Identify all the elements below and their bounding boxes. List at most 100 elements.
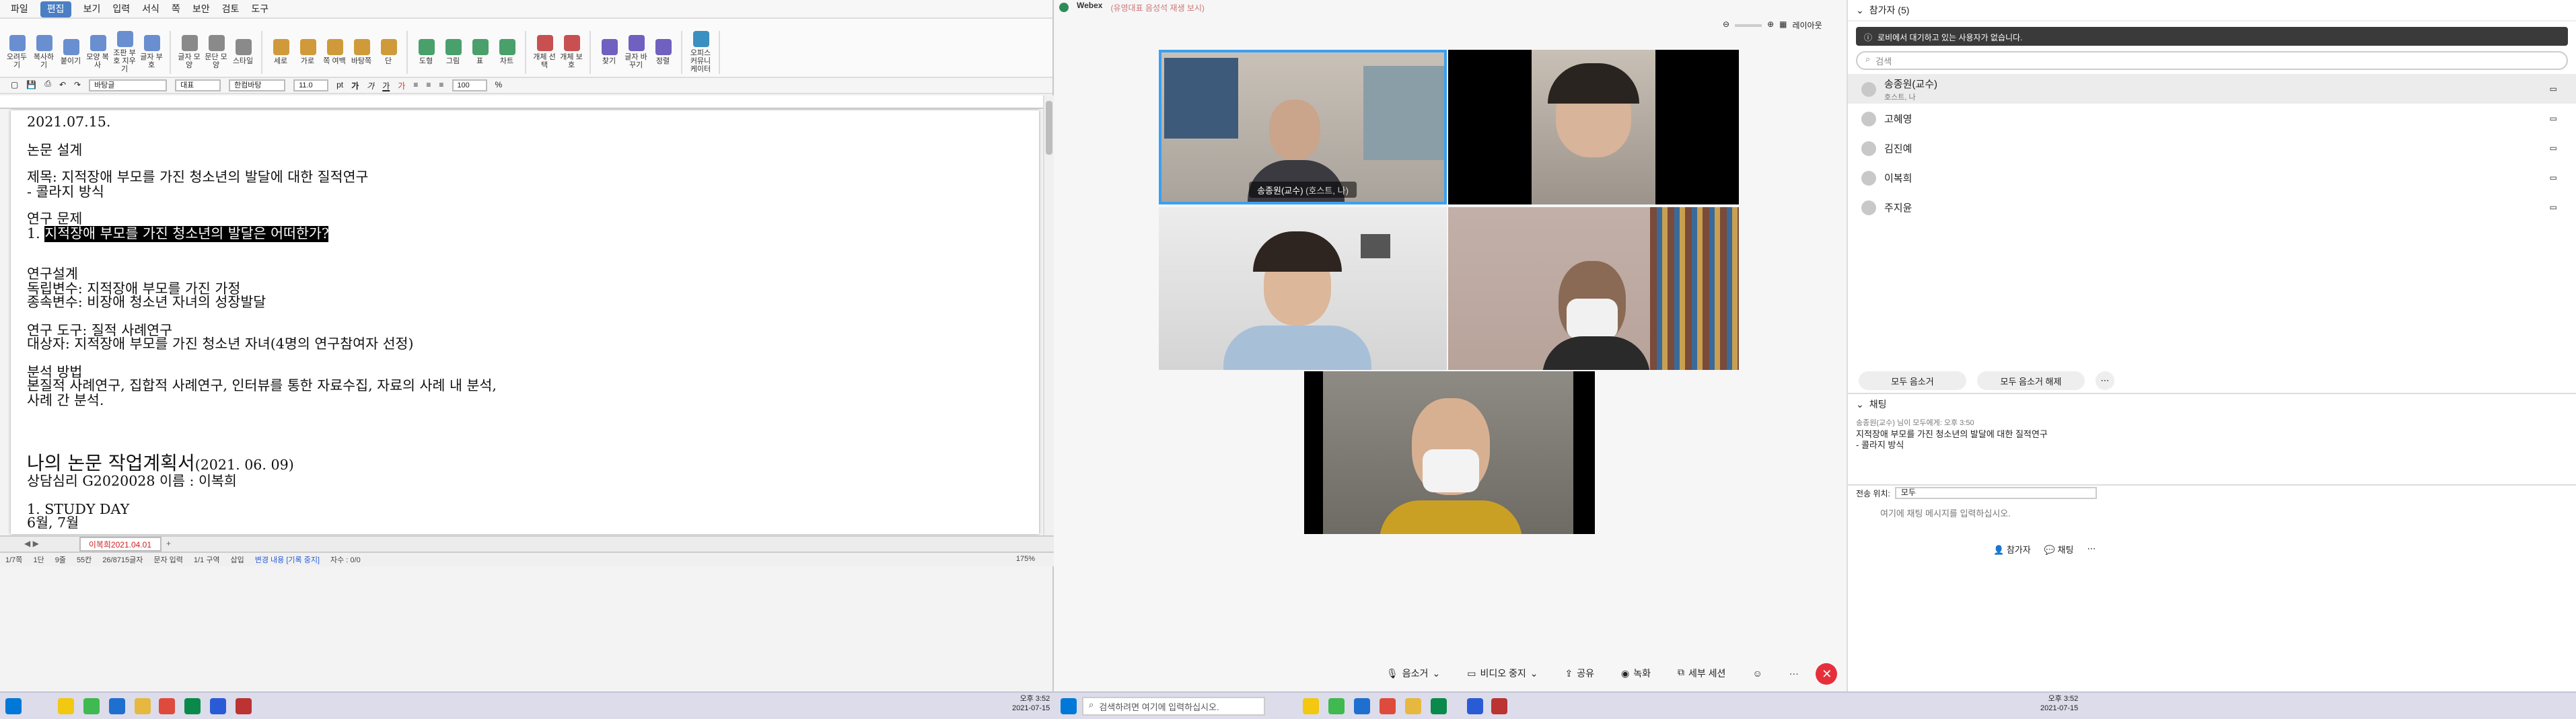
ribbon-button[interactable]: 찾기 — [598, 38, 620, 65]
doc-line[interactable]: 1. 지적장애 부모를 가진 청소년의 발달은 어떠한가? — [27, 225, 497, 241]
style-select[interactable]: 바탕글 — [89, 79, 168, 91]
align-center-icon[interactable]: ≡ — [426, 81, 431, 89]
ribbon-button[interactable]: 쪽 여백 — [323, 38, 346, 65]
doc-line[interactable]: 사례 간 분석. — [27, 393, 497, 408]
app-hwp-icon[interactable] — [1354, 698, 1370, 714]
footer-chat-button[interactable]: 💬 채팅 — [2044, 542, 2074, 556]
participant-row[interactable]: 김진예 ▭ — [1848, 133, 2576, 163]
app-pdf-icon[interactable] — [1491, 698, 1507, 714]
doc-line[interactable]: 종속변수: 비장애 청소년 자녀의 성장발달 — [27, 296, 497, 310]
menu-item[interactable]: 검토 — [222, 2, 240, 15]
reactions-button[interactable]: ☺ — [1743, 664, 1771, 684]
taskbar-search[interactable]: ⌕ 검색하려면 여기에 입력하십시오. — [1082, 697, 1265, 716]
start-icon[interactable] — [1061, 698, 1077, 714]
ribbon-button[interactable]: 그림 — [441, 38, 464, 65]
menu-item[interactable]: 편집 — [40, 1, 71, 17]
menu-item[interactable]: 도구 — [251, 2, 269, 15]
font-size-input[interactable]: 11.0 — [293, 79, 329, 91]
footer-participants-button[interactable]: 👤 참가자 — [1993, 542, 2031, 556]
ribbon-button[interactable]: 스타일 — [231, 38, 254, 65]
redo-icon[interactable]: ↷ — [74, 81, 81, 90]
doc-line[interactable]: 연구 문제 — [27, 213, 497, 227]
participant-row[interactable]: 이복희 ▭ — [1848, 163, 2576, 192]
menu-item[interactable]: 보안 — [192, 2, 210, 15]
ribbon-button[interactable]: 오피스 커뮤니케이터 — [689, 30, 712, 73]
undo-icon[interactable]: ↶ — [59, 81, 66, 90]
document-body[interactable]: 2021.07.15. 논문 설계 제목: 지적장애 부모를 가진 청소년의 발달에… — [27, 116, 497, 531]
font-select[interactable]: 한컴바탕 — [229, 79, 286, 91]
chevron-down-icon[interactable]: ⌄ — [1530, 669, 1538, 679]
mute-button[interactable]: 🎙 음소거 ⌄ — [1377, 664, 1450, 684]
app-kakao-icon[interactable] — [58, 698, 74, 714]
app-chrome-icon[interactable] — [1380, 698, 1396, 714]
more-button[interactable]: ··· — [1780, 664, 1808, 684]
document-page[interactable]: 2021.07.15. 논문 설계 제목: 지적장애 부모를 가진 청소년의 발달에… — [11, 110, 1039, 534]
ribbon-button[interactable]: 정렬 — [651, 38, 674, 65]
doc-heading[interactable]: 나의 논문 작업계획서(2021. 06. 09) — [27, 454, 497, 475]
app-excel-icon[interactable] — [1431, 698, 1447, 714]
ribbon-button[interactable]: 도형 — [415, 38, 437, 65]
participant-row[interactable]: 고혜영 ▭ — [1848, 104, 2576, 133]
ribbon-button[interactable]: 복사하기 — [32, 34, 55, 69]
video-tile-3[interactable] — [1159, 207, 1447, 370]
unmute-all-button[interactable]: 모두 음소거 해제 — [1977, 371, 2085, 390]
language-select[interactable]: 대표 — [175, 79, 221, 91]
add-tab-icon[interactable]: + — [166, 540, 171, 548]
video-tile-host[interactable]: 송종원(교수) (호스트, 나) — [1159, 50, 1447, 204]
selected-text[interactable]: 지적장애 부모를 가진 청소년의 발달은 어떠한가? — [44, 225, 329, 241]
menu-item[interactable]: 입력 — [112, 2, 130, 15]
more-icon[interactable]: ⋯ — [2087, 543, 2096, 554]
mute-all-button[interactable]: 모두 음소거 — [1859, 371, 1966, 390]
menu-item[interactable]: 서식 — [142, 2, 159, 15]
ribbon-button[interactable]: 개체 보호 — [560, 34, 583, 69]
ribbon-button[interactable]: 표 — [468, 38, 491, 65]
font-unit[interactable]: pt — [336, 81, 343, 89]
clock-right[interactable]: 오후 3:52 2021-07-15 — [2040, 695, 2078, 714]
ribbon-button[interactable]: 모양 복사 — [86, 34, 109, 69]
doc-line[interactable]: - 콜라지 방식 — [27, 185, 497, 199]
ribbon-button[interactable]: 개체 선택 — [533, 34, 556, 69]
menu-item[interactable]: 쪽 — [172, 2, 180, 15]
ribbon-button[interactable]: 바탕쪽 — [350, 38, 373, 65]
status-zoom[interactable]: 175% — [1016, 556, 1035, 564]
doc-line[interactable]: 2021.07.15. — [27, 116, 497, 130]
new-doc-icon[interactable]: ▢ — [11, 81, 18, 90]
participant-search[interactable]: ⌕ 검색 — [1856, 51, 2568, 70]
doc-line[interactable]: 본질적 사례연구, 집합적 사례연구, 인터뷰를 통한 자료수집, 자료의 사례… — [27, 379, 497, 393]
participant-row[interactable]: 송종원(교수) 호스트, 나 ▭ — [1848, 74, 2576, 104]
zoom-input[interactable]: 100 — [452, 79, 487, 91]
underline-icon[interactable]: 가 — [382, 79, 390, 91]
tab-nav-icon[interactable]: ◀ ▶ — [24, 539, 39, 549]
doc-line[interactable]: 분석 방법 — [27, 365, 497, 379]
app-folder-icon[interactable] — [135, 698, 151, 714]
doc-line[interactable]: 1. STUDY DAY — [27, 502, 497, 517]
doc-line[interactable]: 6월, 7월 — [27, 517, 497, 531]
ribbon-button[interactable]: 차트 — [495, 38, 518, 65]
doc-line[interactable]: 제목: 지적장애 부모를 가진 청소년의 발달에 대한 질적연구 — [27, 171, 497, 185]
app-excel-icon[interactable] — [184, 698, 201, 714]
app-pdf-icon[interactable] — [236, 698, 252, 714]
doc-line[interactable]: 연구 도구: 질적 사례연구 — [27, 324, 497, 338]
ribbon-button[interactable]: 오려두기 — [5, 34, 28, 69]
doc-line[interactable]: 독립변수: 지적장애 부모를 가진 가정 — [27, 282, 497, 296]
font-color-icon[interactable]: 가 — [398, 79, 405, 91]
doc-line[interactable]: 상담심리 G2020028 이름 : 이복희 — [27, 475, 497, 489]
layout-icon[interactable]: ▦ — [1779, 20, 1787, 30]
app-word-icon[interactable] — [210, 698, 226, 714]
bold-icon[interactable]: 가 — [351, 79, 359, 91]
save-icon[interactable]: 💾 — [26, 81, 36, 90]
video-tile-4[interactable] — [1448, 207, 1739, 370]
align-right-icon[interactable]: ≡ — [439, 81, 443, 89]
scroll-thumb[interactable] — [1046, 101, 1052, 155]
share-button[interactable]: ⇪ 공유 — [1556, 664, 1604, 684]
participant-row[interactable]: 주지윤 ▭ — [1848, 192, 2576, 222]
stop-video-button[interactable]: ▭ 비디오 중지 ⌄ — [1458, 664, 1547, 684]
more-icon[interactable]: ⋯ — [2096, 371, 2114, 390]
ribbon-button[interactable]: 붙이기 — [59, 38, 82, 65]
ribbon-button[interactable]: 단 — [377, 38, 400, 65]
ribbon-button[interactable]: 가로 — [296, 38, 319, 65]
end-call-button[interactable]: ✕ — [1816, 663, 1838, 685]
align-left-icon[interactable]: ≡ — [413, 81, 418, 89]
ribbon-button[interactable]: 글자 바꾸기 — [624, 34, 647, 69]
chevron-down-icon[interactable]: ⌄ — [1432, 669, 1440, 679]
